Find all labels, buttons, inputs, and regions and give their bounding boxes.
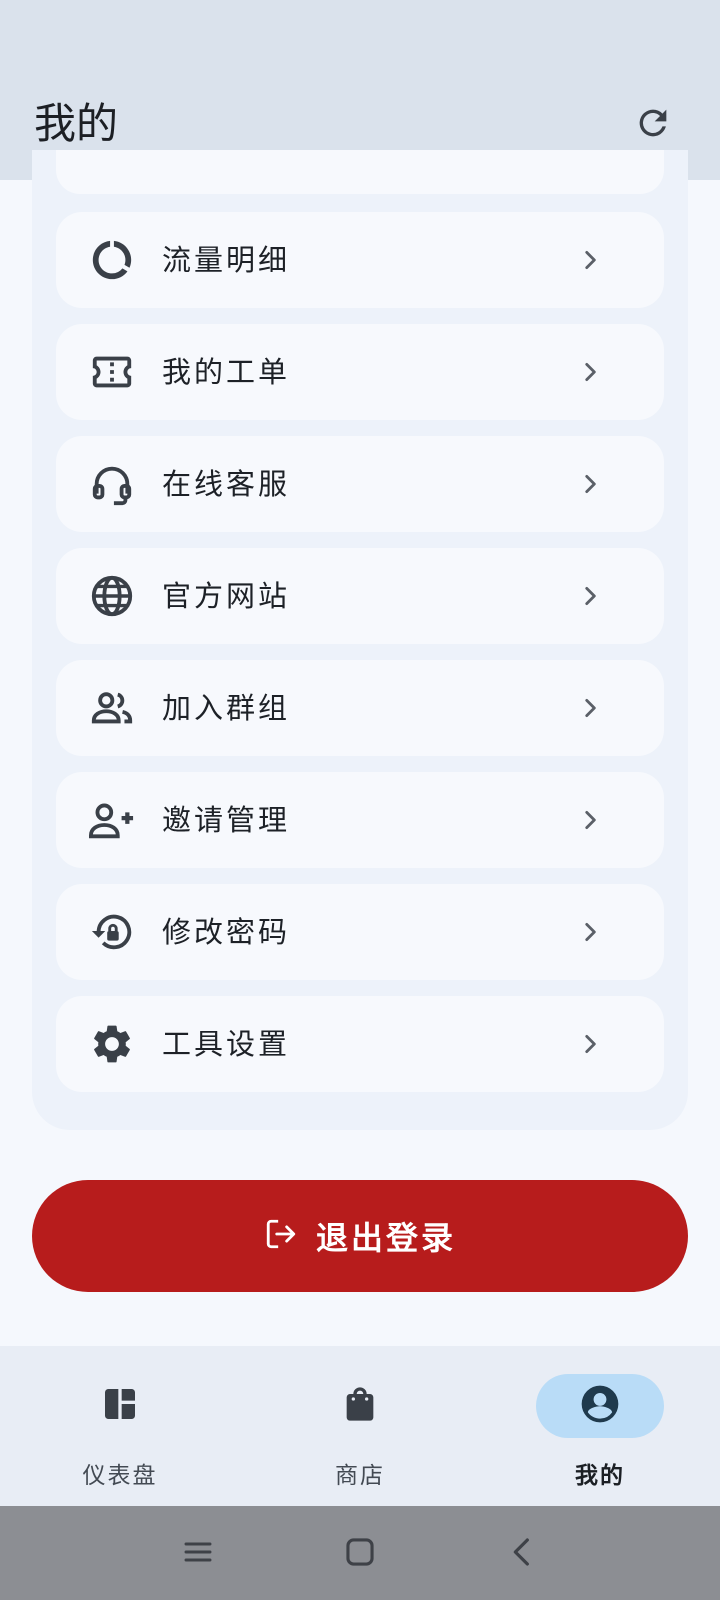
menu-item-label: 在线客服 [162, 467, 291, 501]
home-icon [343, 1535, 377, 1573]
menu-item-label: 修改密码 [162, 915, 291, 949]
menu-item-partial[interactable] [56, 150, 664, 194]
menu-item-label: 加入群组 [162, 691, 291, 725]
dashboard-icon [100, 1384, 140, 1428]
home-button[interactable] [338, 1532, 382, 1576]
nav-label: 仪表盘 [82, 1463, 158, 1489]
page-title: 我的 [34, 99, 119, 148]
data-usage-icon [86, 234, 138, 286]
logout-label: 退出登录 [315, 1219, 456, 1257]
menu-item-change-password[interactable]: 修改密码 [56, 884, 664, 980]
menu-item-label: 流量明细 [162, 243, 291, 277]
menu-icon [182, 1536, 214, 1572]
ticket-icon [86, 346, 138, 398]
refresh-button[interactable] [628, 100, 678, 150]
nav-pill-active [536, 1374, 664, 1438]
group-icon [86, 682, 138, 734]
menu-item-label: 我的工单 [162, 355, 291, 389]
nav-label: 我的 [575, 1463, 625, 1489]
menu-item-join-group[interactable]: 加入群组 [56, 660, 664, 756]
menu-item-support[interactable]: 在线客服 [56, 436, 664, 532]
bottom-navigation: 仪表盘 商店 我的 [0, 1346, 720, 1506]
logout-icon [264, 1217, 298, 1255]
nav-label: 商店 [335, 1463, 385, 1489]
headset-icon [86, 458, 138, 510]
system-nav-bar [0, 1506, 720, 1600]
chevron-right-icon [576, 806, 604, 834]
menu-item-label: 工具设置 [162, 1027, 291, 1061]
shopping-bag-icon [340, 1384, 380, 1428]
chevron-right-icon [576, 470, 604, 498]
chevron-right-icon [576, 582, 604, 610]
menu-item-tickets[interactable]: 我的工单 [56, 324, 664, 420]
nav-pill [296, 1374, 424, 1438]
refresh-icon [633, 103, 673, 147]
chevron-right-icon [576, 918, 604, 946]
nav-pill [56, 1374, 184, 1438]
menu-item-label: 邀请管理 [162, 803, 291, 837]
lock-reset-icon [86, 906, 138, 958]
back-icon [506, 1536, 538, 1572]
nav-item-mine[interactable]: 我的 [500, 1374, 700, 1489]
chevron-right-icon [576, 694, 604, 722]
recents-button[interactable] [176, 1532, 220, 1576]
globe-icon [86, 570, 138, 622]
menu-item-invite[interactable]: 邀请管理 [56, 772, 664, 868]
gear-icon [86, 1018, 138, 1070]
nav-item-shop[interactable]: 商店 [260, 1374, 460, 1489]
menu-item-tool-settings[interactable]: 工具设置 [56, 996, 664, 1092]
logout-button[interactable]: 退出登录 [32, 1180, 688, 1292]
menu-item-label: 官方网站 [162, 579, 291, 613]
menu-item-website[interactable]: 官方网站 [56, 548, 664, 644]
account-circle-icon [578, 1382, 622, 1430]
nav-item-dashboard[interactable]: 仪表盘 [20, 1374, 220, 1489]
back-button[interactable] [500, 1532, 544, 1576]
menu-item-data-usage[interactable]: 流量明细 [56, 212, 664, 308]
person-add-icon [86, 794, 138, 846]
chevron-right-icon [576, 358, 604, 386]
chevron-right-icon [576, 1030, 604, 1058]
chevron-right-icon [576, 246, 604, 274]
